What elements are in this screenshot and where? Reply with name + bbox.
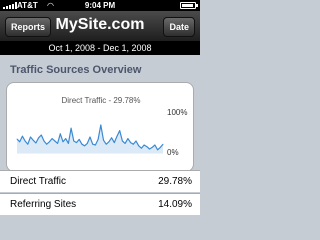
battery-level (182, 4, 193, 7)
data-point (54, 140, 56, 142)
source-value: 14.09% (158, 199, 192, 210)
data-point (38, 137, 39, 139)
data-point (97, 139, 99, 140)
data-point (135, 140, 137, 142)
data-point (27, 143, 29, 145)
chart-title: Direct Traffic - 29.78% (62, 96, 141, 105)
battery-icon (180, 2, 198, 9)
data-point (124, 143, 126, 144)
data-point (24, 140, 26, 142)
data-point (105, 143, 107, 145)
data-point (86, 143, 88, 144)
data-point (84, 145, 85, 147)
data-point (149, 148, 150, 150)
data-point (57, 143, 58, 144)
data-point (49, 141, 50, 143)
data-point (68, 143, 69, 144)
data-point (78, 139, 80, 140)
data-point (40, 134, 42, 136)
section-title: Traffic Sources Overview (10, 64, 142, 76)
data-point (51, 138, 53, 139)
source-label: Direct Traffic (10, 176, 66, 187)
navigation-bar: Reports MySite.com Date (0, 11, 200, 42)
data-point (19, 141, 21, 143)
data-point (159, 147, 161, 148)
data-point (59, 133, 61, 135)
data-point (22, 135, 23, 137)
data-point (16, 138, 18, 140)
date-range: Oct 1, 2008 - Dec 1, 2008 (0, 42, 200, 55)
data-point (132, 143, 134, 145)
data-point (157, 149, 159, 151)
y-tick-label: 100% (167, 108, 187, 117)
data-point (76, 142, 77, 143)
data-point (70, 127, 72, 129)
data-point (95, 144, 96, 146)
data-point (81, 143, 83, 145)
status-bar: AT&T ◠ 9:04 PM (0, 0, 200, 11)
traffic-chart: Direct Traffic - 29.78% 100% 0% (16, 96, 187, 157)
data-point (146, 146, 148, 147)
data-point (32, 139, 34, 141)
status-time: 9:04 PM (84, 1, 116, 10)
data-point (111, 137, 112, 139)
date-button[interactable]: Date (163, 17, 195, 37)
data-point (113, 142, 115, 143)
data-point (130, 142, 131, 143)
data-point (43, 140, 45, 142)
data-point (143, 144, 145, 146)
data-point (89, 136, 91, 138)
list-item[interactable]: Referring Sites 14.09% (0, 193, 200, 215)
data-point (103, 139, 104, 141)
data-point (151, 147, 153, 148)
data-point (92, 143, 94, 145)
data-point (127, 138, 129, 139)
y-tick-label: 0% (167, 148, 179, 157)
data-point (73, 140, 75, 142)
data-point (30, 136, 31, 138)
data-point (154, 144, 156, 146)
data-point (141, 147, 142, 149)
data-point (100, 124, 102, 126)
data-point (138, 145, 140, 147)
data-point (35, 142, 37, 144)
list-item[interactable]: Direct Traffic 29.78% (0, 170, 200, 192)
source-value: 29.78% (158, 176, 192, 187)
data-point (65, 138, 67, 139)
data-point (108, 141, 110, 143)
source-label: Referring Sites (10, 199, 77, 210)
series-area (17, 125, 163, 153)
data-point (162, 143, 164, 145)
data-point (122, 140, 123, 142)
data-point (119, 130, 121, 131)
traffic-chart-card[interactable]: Direct Traffic - 29.78% 100% 0% (6, 82, 194, 172)
data-point (46, 143, 48, 145)
data-point (116, 135, 118, 137)
data-point (62, 141, 64, 143)
